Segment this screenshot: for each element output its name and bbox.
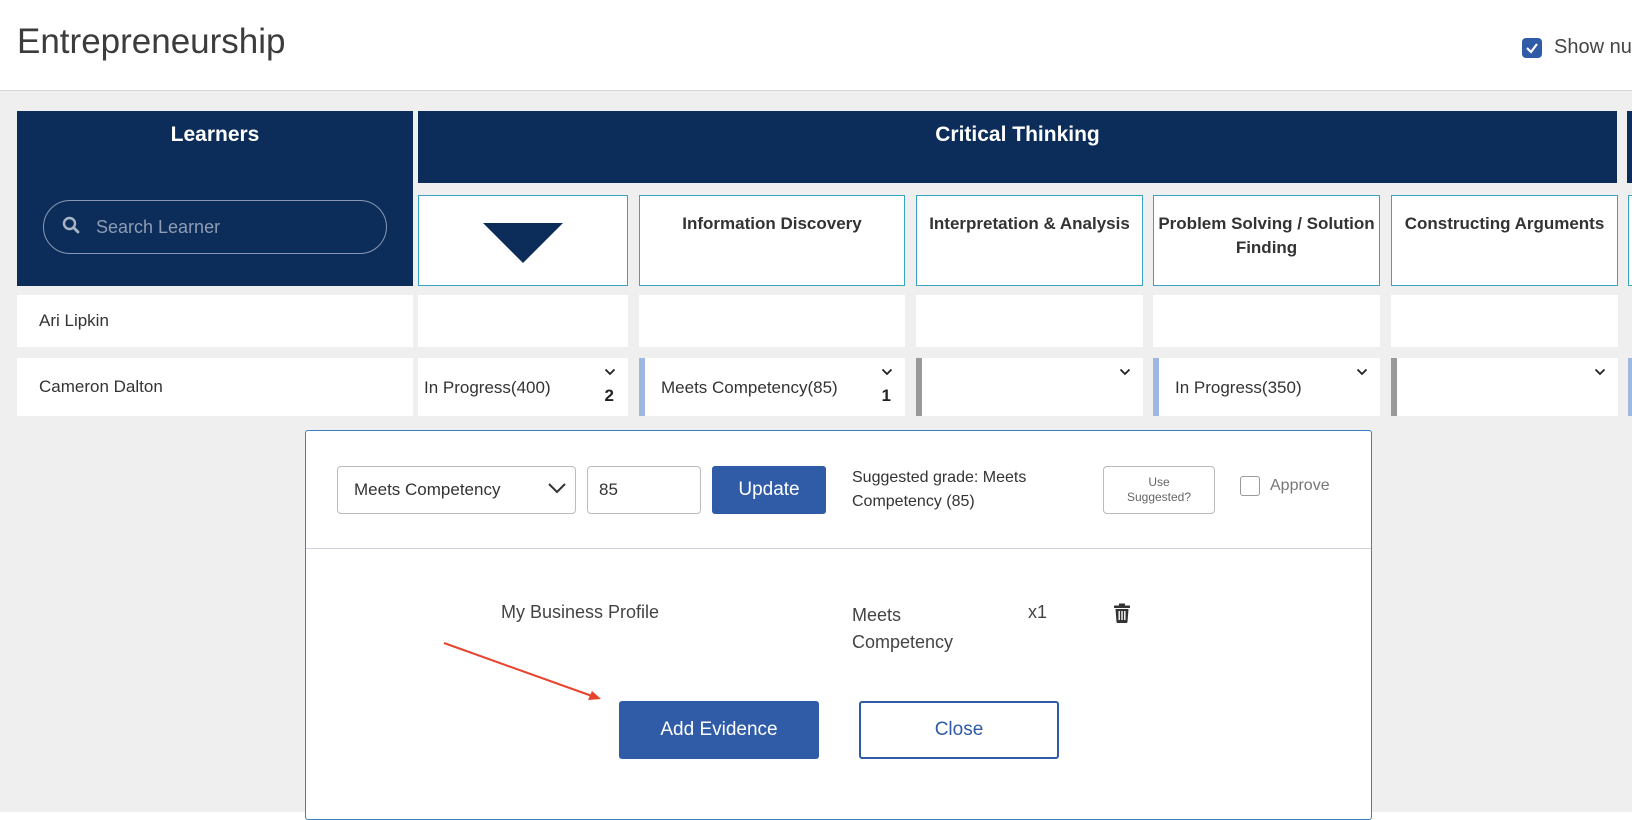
status-bar — [1153, 358, 1159, 416]
chevron-down-icon[interactable] — [1119, 368, 1131, 376]
critical-thinking-header: Critical Thinking — [418, 111, 1617, 183]
search-learner-box[interactable] — [43, 200, 387, 254]
use-suggested-label-line2: Suggested? — [1126, 490, 1192, 504]
grade-cell-value: In Progress(350) — [1175, 378, 1302, 397]
evidence-grade: Meets Competency — [852, 605, 954, 652]
search-icon — [62, 216, 80, 239]
learner-name-ari-lipkin[interactable]: Ari Lipkin — [17, 295, 413, 347]
grade-cell-select[interactable] — [1391, 358, 1618, 416]
grade-cell[interactable] — [639, 295, 905, 347]
panel-grade-controls: Meets Competency Update Suggested grade:… — [306, 431, 1371, 549]
top-bar: Entrepreneurship Show nu — [0, 0, 1632, 91]
evidence-count: 2 — [604, 386, 614, 405]
grade-cell-select[interactable] — [916, 358, 1143, 416]
approve-toggle[interactable]: Approve — [1240, 476, 1330, 496]
chevron-down-icon[interactable] — [1594, 368, 1606, 376]
check-icon — [1526, 42, 1538, 54]
chevron-down-icon[interactable] — [604, 368, 616, 376]
grade-cell[interactable] — [916, 295, 1143, 347]
close-button[interactable]: Close — [859, 701, 1059, 759]
approve-label: Approve — [1270, 477, 1330, 494]
show-numbers-checkbox[interactable] — [1522, 37, 1542, 58]
column-header-information-discovery[interactable]: Information Discovery — [639, 195, 905, 286]
grade-cell-select[interactable]: In Progress(350) — [1153, 358, 1380, 416]
critical-thinking-title: Critical Thinking — [935, 123, 1100, 146]
suggested-grade-text: Suggested grade: Meets Competency (85) — [852, 469, 1027, 510]
grade-cell-select[interactable]: In Progress(400) 2 — [418, 358, 628, 416]
grade-cell-value: In Progress(400) — [424, 378, 551, 397]
chevron-down-icon — [548, 483, 566, 494]
page-title: Entrepreneurship — [17, 22, 286, 61]
grade-select-value: Meets Competency — [354, 480, 501, 499]
column-header-collapse[interactable] — [418, 195, 628, 286]
next-group-header-edge — [1627, 111, 1632, 183]
search-input[interactable] — [94, 215, 358, 239]
status-bar — [916, 358, 922, 416]
show-numbers-toggle[interactable]: Show nu — [1522, 36, 1632, 59]
evidence-name[interactable]: My Business Profile — [501, 602, 659, 623]
show-numbers-label: Show nu — [1554, 36, 1632, 58]
evidence-count: 1 — [881, 386, 891, 405]
grade-cell[interactable] — [418, 295, 628, 347]
status-bar — [1628, 358, 1632, 416]
grade-cell[interactable] — [1391, 295, 1618, 347]
column-header-next-edge — [1628, 195, 1632, 286]
chevron-down-icon[interactable] — [1356, 368, 1368, 376]
use-suggested-label-line1: Use — [1148, 475, 1170, 489]
status-bar — [639, 358, 645, 416]
learners-header: Learners — [17, 111, 413, 286]
collapse-triangle-icon[interactable] — [483, 223, 563, 263]
learners-title: Learners — [170, 123, 260, 146]
column-header-problem-solving[interactable]: Problem Solving / Solution Finding — [1153, 195, 1380, 286]
evidence-count-label: x1 — [1028, 602, 1048, 622]
grade-cell[interactable] — [1153, 295, 1380, 347]
use-suggested-button[interactable]: Use Suggested? — [1103, 466, 1215, 514]
grade-cell-select[interactable]: Meets Competency(85) 1 — [639, 358, 905, 416]
approve-checkbox[interactable] — [1240, 476, 1260, 496]
status-bar — [1391, 358, 1397, 416]
update-button[interactable]: Update — [712, 466, 826, 514]
column-header-interpretation-analysis[interactable]: Interpretation & Analysis — [916, 195, 1143, 286]
grade-cell-value: Meets Competency(85) — [661, 378, 838, 397]
column-header-constructing-arguments[interactable]: Constructing Arguments — [1391, 195, 1618, 286]
learner-name-cameron-dalton[interactable]: Cameron Dalton — [17, 358, 413, 416]
grade-detail-panel: Meets Competency Update Suggested grade:… — [305, 430, 1372, 820]
chevron-down-icon[interactable] — [881, 368, 893, 376]
grade-select[interactable]: Meets Competency — [337, 466, 576, 514]
trash-icon — [1114, 603, 1130, 623]
score-input[interactable] — [587, 466, 701, 514]
delete-evidence-button[interactable] — [1113, 603, 1131, 628]
add-evidence-button[interactable]: Add Evidence — [619, 701, 819, 759]
